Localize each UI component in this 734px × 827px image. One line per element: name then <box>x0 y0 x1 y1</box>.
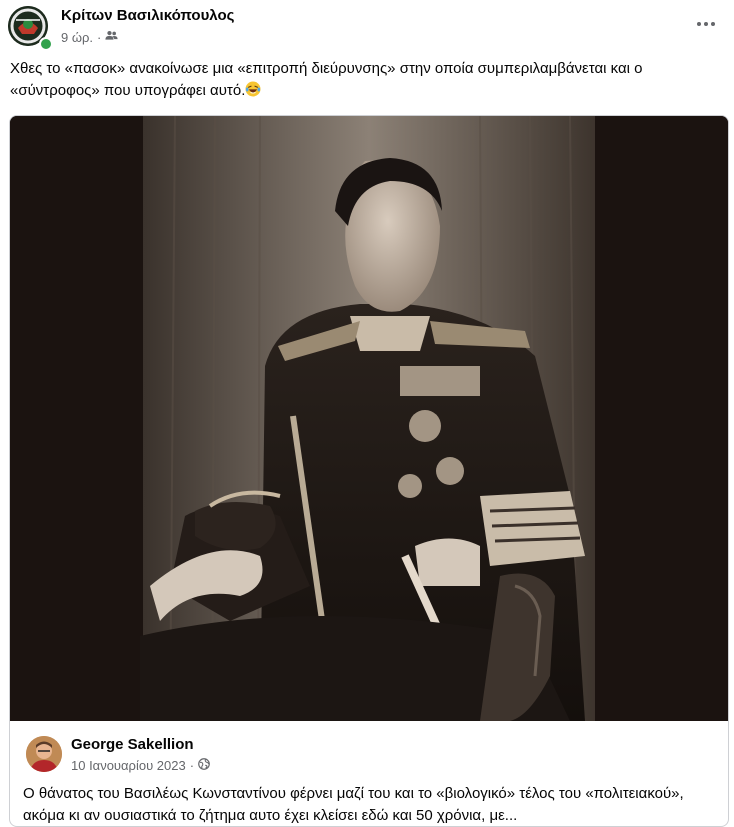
friends-icon[interactable] <box>105 29 118 45</box>
laughing-tears-emoji <box>245 81 261 97</box>
shared-post-date[interactable]: 10 Ιανουαρίου 2023 <box>71 758 186 773</box>
facebook-post: Κρίτων Βασιλικόπουλος 9 ώρ. · Χθες το «π… <box>0 0 734 827</box>
post-header: Κρίτων Βασιλικόπουλος 9 ώρ. · <box>8 6 726 51</box>
globe-icon[interactable] <box>198 758 210 773</box>
shared-post-meta: 10 Ιανουαρίου 2023 · <box>71 758 210 773</box>
post-text: Χθες το «πασοκ» ανακοίνωσε μια «επιτροπή… <box>10 60 643 99</box>
meta-separator: · <box>97 29 102 45</box>
shared-post-header: George Sakellion 10 Ιανουαρίου 2023 · <box>26 736 712 776</box>
shared-meta-separator: · <box>189 758 195 773</box>
post-meta: 9 ώρ. · <box>61 29 118 45</box>
more-options-icon[interactable] <box>692 10 720 38</box>
post-author-name[interactable]: Κρίτων Βασιλικόπουλος <box>61 7 234 24</box>
shared-author-name[interactable]: George Sakellion <box>71 736 194 753</box>
post-body: Χθες το «πασοκ» ανακοίνωσε μια «επιτροπή… <box>10 58 710 102</box>
shared-post-photo[interactable] <box>10 116 728 721</box>
shared-post-card[interactable]: George Sakellion 10 Ιανουαρίου 2023 · Ο … <box>9 115 729 827</box>
shared-author-avatar[interactable] <box>26 736 62 772</box>
shared-post-text: Ο θάνατος του Βασιλέως Κωνσταντίνου φέρν… <box>23 785 684 824</box>
post-time[interactable]: 9 ώρ. <box>61 30 93 45</box>
online-status-icon <box>39 37 53 51</box>
